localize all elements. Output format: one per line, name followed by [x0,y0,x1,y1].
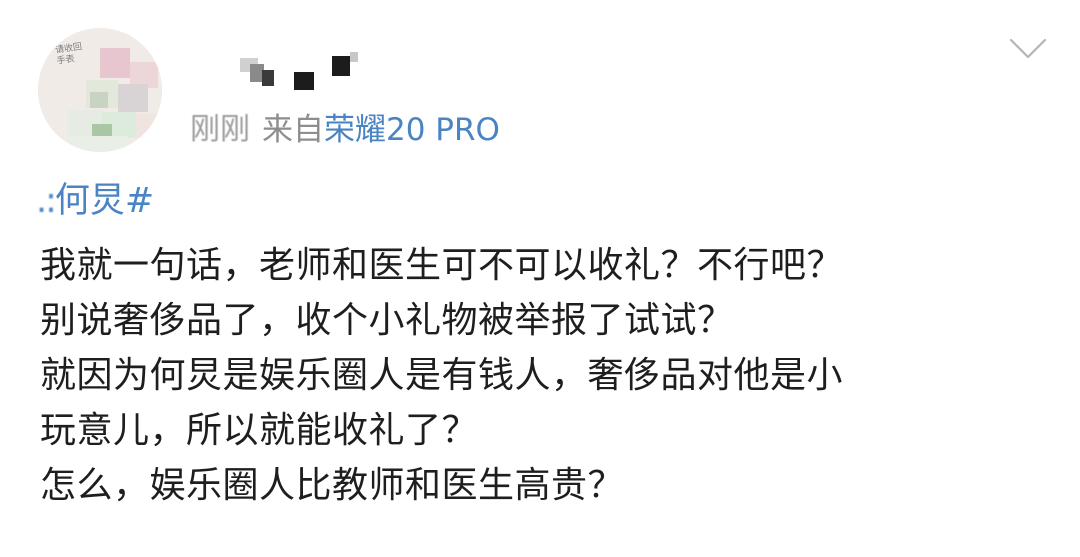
post-body-line: 就因为何炅是娱乐圈人是有钱人，奢侈品对他是小 [40,355,844,396]
username-mosaic[interactable] [232,52,362,97]
post-body-line: 我就一句话，老师和医生可不可以收礼？不行吧？ [40,245,844,286]
post-meta: 刚刚 来自荣耀20 PRO [190,104,500,148]
chevron-down-icon[interactable] [1008,36,1048,62]
source-device-link[interactable]: 荣耀20 PRO [324,112,500,148]
source-label: 来自 [262,111,324,148]
post-body-line: 别说奢侈品了，收个小礼物被举报了试试？ [40,300,734,341]
post-body: 我就一句话，老师和医生可不可以收礼？不行吧？ 别说奢侈品了，收个小礼物被举报了试… [40,238,1050,513]
post-body-line: 怎么，娱乐圈人比教师和医生高贵？ [40,465,625,506]
mosaic-block [350,52,358,62]
avatar-scribble: 请收回 手表 [54,42,83,67]
avatar-pixel [90,92,108,108]
avatar[interactable]: 请收回 手表 [38,28,162,152]
post-body-line: 玩意儿，所以就能收礼了？ [40,410,479,451]
avatar-pixel [136,114,162,138]
mosaic-block [262,70,274,86]
topic-label: 何炅# [54,181,155,221]
topic-hashtag-link[interactable]: .:何炅# [36,178,154,224]
topic-edge-fragment: .: [36,181,57,221]
post-time: 刚刚 [190,112,250,147]
avatar-pixel [100,48,130,78]
avatar-pixel [118,84,148,112]
mosaic-block [294,72,314,90]
mosaic-block [332,56,350,76]
avatar-pixel [68,136,128,152]
